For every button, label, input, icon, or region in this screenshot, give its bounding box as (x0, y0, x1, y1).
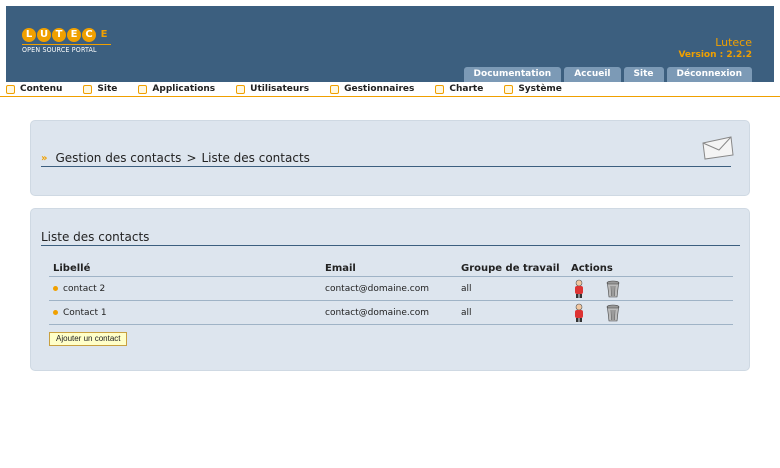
menu-item-utilisateurs[interactable]: Utilisateurs (236, 84, 309, 94)
breadcrumb-current: Liste des contacts (201, 151, 310, 165)
menu-item-site[interactable]: Site (83, 84, 117, 94)
logo-letter: T (52, 28, 66, 42)
tab-deconnexion[interactable]: Déconnexion (666, 67, 752, 82)
menu-box-icon (138, 84, 148, 94)
menu-item-label: Utilisateurs (250, 84, 310, 94)
breadcrumb: » Gestion des contacts > Liste des conta… (41, 151, 731, 167)
logo-letter: L (22, 28, 36, 42)
logo-letter: E (67, 28, 81, 42)
cell-label: contact 2 (49, 284, 325, 294)
column-header-libelle: Libellé (53, 263, 91, 274)
menu-box-icon (330, 84, 340, 94)
menu-item-label: Applications (152, 84, 216, 94)
breadcrumb-link[interactable]: Gestion des contacts (55, 151, 181, 165)
cell-actions (571, 279, 731, 299)
cell-actions (571, 303, 731, 323)
logo-letters: L U T E C E (22, 28, 111, 42)
table-row: contact 2 contact@domaine.com all (49, 277, 733, 301)
menu-item-applications[interactable]: Applications (138, 84, 215, 94)
menu-item-label: Gestionnaires (344, 84, 415, 94)
contact-label: contact 2 (63, 283, 106, 294)
lutece-logo[interactable]: L U T E C E OPEN SOURCE PORTAL (22, 28, 111, 54)
mail-icon (702, 136, 734, 160)
logo-letter: U (37, 28, 51, 42)
main-menu: Contenu Site Applications Utilisateurs G… (0, 82, 780, 97)
column-header-groupe: Groupe de travail (461, 263, 560, 274)
menu-box-icon (6, 84, 15, 94)
menu-box-icon (236, 84, 246, 94)
menu-item-label: Système (518, 84, 562, 94)
trash-icon[interactable] (605, 279, 621, 299)
trash-icon[interactable] (605, 303, 621, 323)
logo-letter: C (82, 28, 96, 42)
brand-version: Version : 2.2.2 (678, 50, 752, 60)
tab-accueil[interactable]: Accueil (564, 67, 621, 82)
bullet-icon (53, 286, 58, 291)
table-row: Contact 1 contact@domaine.com all (49, 301, 733, 325)
contacts-panel: Liste des contacts Libellé Email Groupe … (30, 208, 750, 371)
tab-site[interactable]: Site (623, 67, 664, 82)
section-title: Liste des contacts (41, 230, 740, 246)
menu-box-icon (504, 84, 514, 94)
menu-item-charte[interactable]: Charte (435, 84, 483, 94)
menu-item-gestionnaires[interactable]: Gestionnaires (330, 84, 414, 94)
menu-box-icon (435, 84, 445, 94)
breadcrumb-separator: > (186, 151, 197, 165)
menu-item-label: Site (97, 84, 118, 94)
cell-label: Contact 1 (49, 308, 325, 318)
contacts-table: Libellé Email Groupe de travail Actions … (49, 261, 733, 325)
tab-documentation[interactable]: Documentation (463, 67, 562, 82)
menu-item-label: Charte (449, 84, 484, 94)
cell-group: all (461, 283, 472, 294)
app-header: L U T E C E OPEN SOURCE PORTAL Lutece Ve… (6, 6, 774, 82)
menu-item-contenu[interactable]: Contenu (6, 84, 62, 94)
top-tabs: Documentation Accueil Site Déconnexion (463, 67, 752, 82)
menu-box-icon (83, 84, 93, 94)
contact-label: Contact 1 (63, 307, 107, 318)
brand-name: Lutece (715, 36, 752, 49)
logo-letter: E (100, 29, 108, 40)
brand-info: Lutece Version : 2.2.2 (678, 36, 752, 60)
double-chevron-right-icon: » (41, 152, 48, 164)
user-edit-icon[interactable] (571, 279, 587, 299)
bullet-icon (53, 310, 58, 315)
cell-group: all (461, 307, 472, 318)
breadcrumb-panel: » Gestion des contacts > Liste des conta… (30, 120, 750, 196)
cell-email: contact@domaine.com (325, 283, 430, 294)
add-contact-button[interactable]: Ajouter un contact (49, 332, 128, 346)
table-header: Libellé Email Groupe de travail Actions (49, 261, 733, 277)
column-header-email: Email (325, 263, 356, 274)
column-header-actions: Actions (571, 263, 613, 274)
cell-email: contact@domaine.com (325, 307, 430, 318)
logo-subtitle: OPEN SOURCE PORTAL (22, 44, 111, 54)
user-edit-icon[interactable] (571, 303, 587, 323)
menu-item-systeme[interactable]: Système (504, 84, 562, 94)
menu-item-label: Contenu (20, 84, 63, 94)
